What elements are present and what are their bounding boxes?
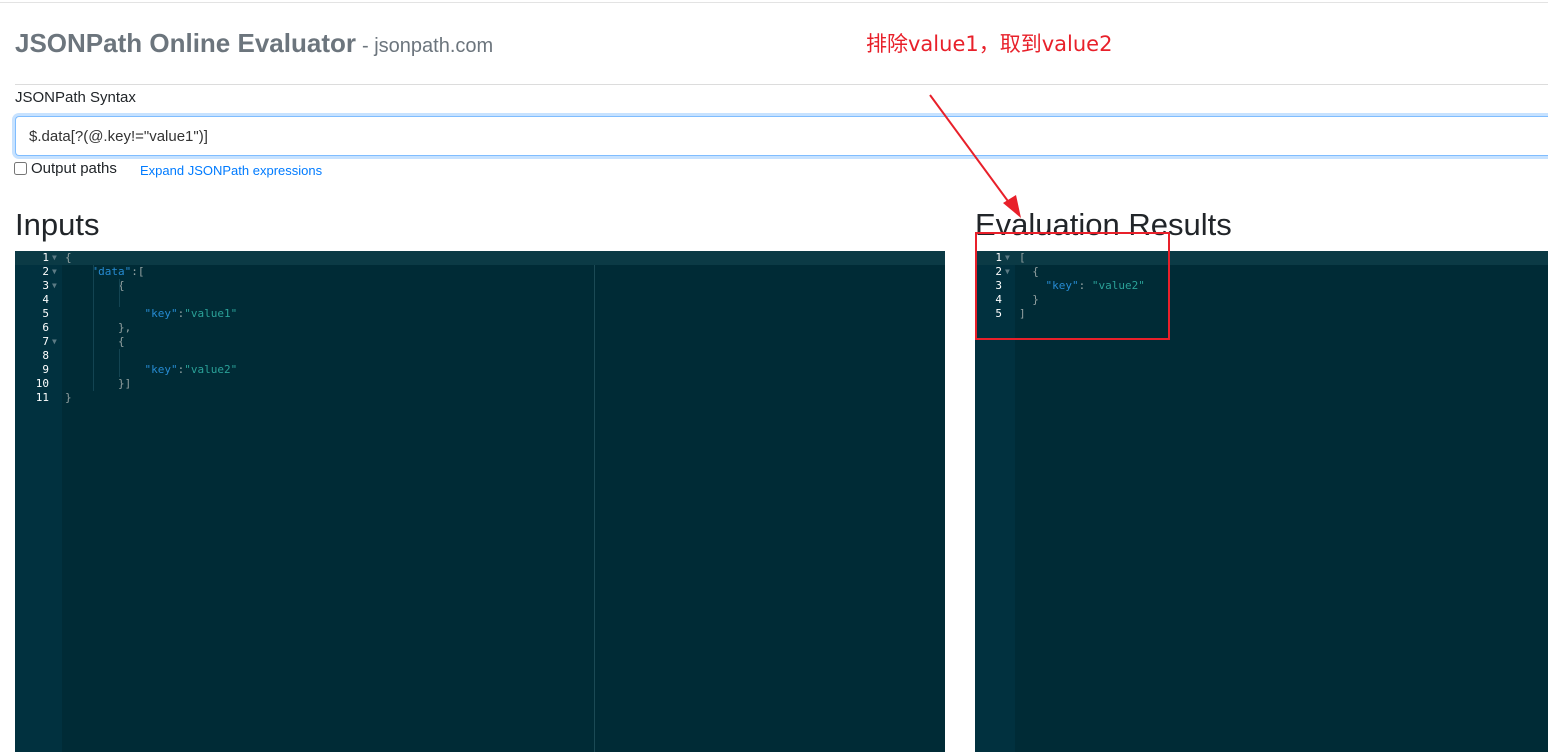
expand-jsonpath-link[interactable]: Expand JSONPath expressions bbox=[140, 163, 322, 178]
code-line: 2 ▼ "data":[ bbox=[15, 265, 945, 279]
json-string: "value1" bbox=[184, 307, 238, 320]
annotation-highlight-box bbox=[975, 232, 1170, 340]
fold-toggle-icon[interactable]: ▼ bbox=[52, 265, 57, 279]
line-number: 9 bbox=[42, 363, 49, 376]
inputs-editor[interactable]: 1 ▼{2 ▼ "data":[3 ▼ {4 5 "key":"value1" 6 }, 7… bbox=[15, 251, 945, 752]
json-punctuation: { bbox=[65, 335, 125, 348]
json-punctuation bbox=[65, 307, 144, 320]
json-punctuation bbox=[65, 265, 92, 278]
line-number: 3 bbox=[42, 279, 49, 292]
jsonpath-input[interactable] bbox=[15, 116, 1548, 156]
code-line: 9 "key":"value2" bbox=[15, 363, 945, 377]
code-text: "data":[ bbox=[65, 265, 145, 279]
code-line: 10 }] bbox=[15, 377, 945, 391]
indent-guide bbox=[93, 265, 94, 391]
line-number: 6 bbox=[42, 321, 49, 334]
fold-toggle-icon[interactable]: ▼ bbox=[52, 251, 57, 265]
code-text: { bbox=[65, 279, 125, 293]
json-punctuation bbox=[65, 363, 144, 376]
annotation-text: 排除value1，取到value2 bbox=[866, 32, 1113, 56]
json-key: "data" bbox=[91, 265, 132, 278]
fold-toggle-icon[interactable]: ▼ bbox=[52, 279, 57, 293]
indent-guide bbox=[119, 279, 120, 307]
syntax-label: JSONPath Syntax bbox=[15, 89, 136, 106]
line-number: 11 bbox=[35, 391, 49, 404]
line-number: 5 bbox=[42, 307, 49, 320]
code-line: 8 bbox=[15, 349, 945, 363]
page-title: JSONPath Online Evaluator - jsonpath.com bbox=[15, 28, 493, 59]
json-punctuation: { bbox=[65, 279, 125, 292]
code-text: { bbox=[65, 251, 72, 265]
line-number: 1 bbox=[42, 251, 49, 264]
line-number: 8 bbox=[42, 349, 49, 362]
code-text: }, bbox=[65, 321, 131, 335]
code-text: "key":"value2" bbox=[65, 363, 237, 377]
code-line: 4 bbox=[15, 293, 945, 307]
code-line: 7 ▼ { bbox=[15, 335, 945, 349]
json-string: "value2" bbox=[184, 363, 238, 376]
fold-toggle-icon[interactable]: ▼ bbox=[52, 335, 57, 349]
json-punctuation: { bbox=[65, 251, 72, 264]
code-text: "key":"value1" bbox=[65, 307, 237, 321]
line-number: 7 bbox=[42, 335, 49, 348]
json-key: "key" bbox=[144, 363, 178, 376]
line-number: 4 bbox=[42, 293, 49, 306]
inputs-heading: Inputs bbox=[15, 207, 100, 242]
json-punctuation: } bbox=[65, 391, 72, 404]
output-paths-checkbox[interactable] bbox=[14, 162, 27, 175]
output-paths-label: Output paths bbox=[31, 160, 117, 177]
indent-guide bbox=[119, 349, 120, 377]
app-title: JSONPath Online Evaluator bbox=[15, 28, 356, 58]
code-line: 11} bbox=[15, 391, 945, 405]
header-divider bbox=[15, 84, 1548, 85]
app-subtitle: - jsonpath.com bbox=[361, 35, 494, 57]
line-number: 10 bbox=[35, 377, 49, 390]
code-line: 6 }, bbox=[15, 321, 945, 335]
code-line: 5 "key":"value1" bbox=[15, 307, 945, 321]
output-paths-option[interactable]: Output paths bbox=[14, 160, 117, 177]
json-punctuation: }] bbox=[65, 377, 132, 390]
code-line: 3 ▼ { bbox=[15, 279, 945, 293]
line-number: 2 bbox=[42, 265, 49, 278]
code-line: 1 ▼ { bbox=[15, 251, 945, 265]
top-border bbox=[0, 2, 1548, 3]
json-key: "key" bbox=[144, 307, 178, 320]
json-punctuation: }, bbox=[65, 321, 132, 334]
code-text: } bbox=[65, 391, 72, 405]
code-text: }] bbox=[65, 377, 131, 391]
json-punctuation: :[ bbox=[131, 265, 145, 278]
code-text: { bbox=[65, 335, 125, 349]
